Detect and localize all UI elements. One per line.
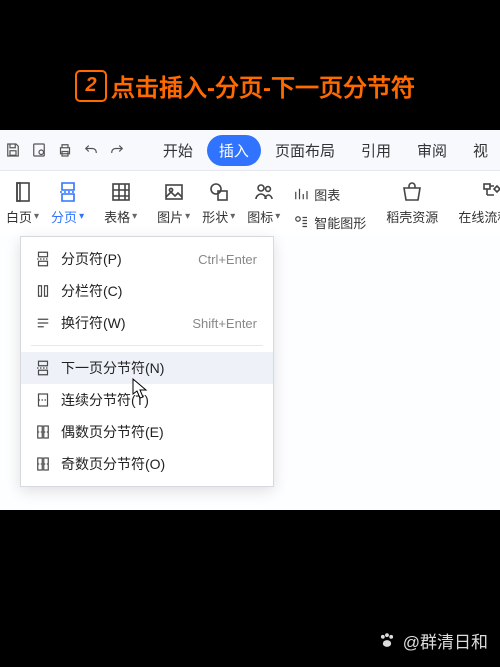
next-page-section-icon <box>34 359 52 377</box>
instruction: 2 点击插入-分页-下一页分节符 <box>75 68 490 103</box>
chevron-down-icon: ▾ <box>132 211 137 222</box>
page-break-dropdown: 分页符(P) Ctrl+Enter 分栏符(C) 换行符(W) Shift+En… <box>20 236 274 487</box>
instruction-text: 点击插入-分页-下一页分节符 <box>111 68 415 103</box>
ribbon-flowchart-label: 在线流程图 <box>458 207 500 226</box>
people-icon <box>252 180 276 204</box>
table-icon <box>109 180 133 204</box>
print-icon[interactable] <box>52 135 78 165</box>
dd-even-page-section[interactable]: 偶数页分节符(E) <box>21 416 273 448</box>
store-icon <box>400 180 424 204</box>
chevron-down-icon: ▾ <box>275 211 280 222</box>
step-badge: 2 <box>75 70 107 102</box>
dd-page-break[interactable]: 分页符(P) Ctrl+Enter <box>21 243 273 275</box>
dd-label: 奇数页分节符(O) <box>55 454 169 474</box>
ribbon-chart-label: 图表 <box>314 185 340 204</box>
watermark-text: @群清日和 <box>403 628 488 653</box>
dd-continuous-section[interactable]: 连续分节符(T) <box>21 384 273 416</box>
paw-icon <box>377 631 397 651</box>
dd-label: 分页符(P) <box>55 249 169 269</box>
tab-reference[interactable]: 引用 <box>349 135 403 166</box>
column-break-icon <box>34 282 52 300</box>
dd-line-break[interactable]: 换行符(W) Shift+Enter <box>21 307 273 339</box>
ribbon-resource-label: 稻壳资源 <box>386 207 438 226</box>
ribbon: 白页▾ 分页▾ 表格▾ 图片▾ 形状▾ 图标▾ <box>0 171 500 244</box>
app-window: 开始 插入 页面布局 引用 审阅 视 白页▾ 分页▾ 表格▾ <box>0 130 500 510</box>
ribbon-double: 图表 智能图形 <box>286 177 372 235</box>
stage: 2 点击插入-分页-下一页分节符 开始 插入 <box>0 0 500 667</box>
tab-review[interactable]: 审阅 <box>405 135 459 166</box>
tab-insert[interactable]: 插入 <box>207 135 261 166</box>
watermark: @群清日和 <box>377 628 488 653</box>
tab-start[interactable]: 开始 <box>151 135 205 166</box>
ribbon-flowchart[interactable]: 在线流程图 <box>452 177 500 235</box>
smartart-icon <box>292 213 310 231</box>
picture-icon <box>162 180 186 204</box>
even-page-section-icon <box>34 423 52 441</box>
dd-shortcut: Ctrl+Enter <box>169 252 263 267</box>
tabs: 开始 插入 页面布局 引用 审阅 视 <box>151 135 500 166</box>
dd-label: 分栏符(C) <box>55 281 169 301</box>
chevron-down-icon: ▾ <box>79 211 84 222</box>
tab-layout[interactable]: 页面布局 <box>263 135 347 166</box>
chevron-down-icon: ▾ <box>34 211 39 222</box>
chevron-down-icon: ▾ <box>185 211 190 222</box>
ribbon-smartart-label: 智能图形 <box>314 213 366 232</box>
dd-odd-page-section[interactable]: 奇数页分节符(O) <box>21 448 273 480</box>
dd-label: 连续分节符(T) <box>55 390 169 410</box>
ribbon-table[interactable]: 表格▾ <box>98 177 143 235</box>
undo-icon[interactable] <box>78 135 104 165</box>
ribbon-chart[interactable]: 图表 <box>292 181 366 207</box>
dd-shortcut: Shift+Enter <box>169 316 263 331</box>
ribbon-picture[interactable]: 图片▾ <box>151 177 196 235</box>
dd-label: 下一页分节符(N) <box>55 358 169 378</box>
top-row: 开始 插入 页面布局 引用 审阅 视 <box>0 130 500 171</box>
save-icon[interactable] <box>0 135 26 165</box>
ribbon-smartart[interactable]: 智能图形 <box>292 209 366 235</box>
ribbon-blank-page-label: 白页 <box>6 207 32 226</box>
chart-icon <box>292 185 310 203</box>
redo-icon[interactable] <box>104 135 130 165</box>
flowchart-icon <box>479 180 500 204</box>
ribbon-page-break-label: 分页 <box>51 207 77 226</box>
ribbon-blank-page[interactable]: 白页▾ <box>0 177 45 235</box>
dd-next-page-section[interactable]: 下一页分节符(N) <box>21 352 273 384</box>
ribbon-table-label: 表格 <box>104 207 130 226</box>
shape-icon <box>207 180 231 204</box>
line-break-icon <box>34 314 52 332</box>
continuous-section-icon <box>34 391 52 409</box>
ribbon-shape[interactable]: 形状▾ <box>196 177 241 235</box>
odd-page-section-icon <box>34 455 52 473</box>
page-break-icon <box>56 180 80 204</box>
dd-column-break[interactable]: 分栏符(C) <box>21 275 273 307</box>
ribbon-resource[interactable]: 稻壳资源 <box>380 177 444 235</box>
blank-page-icon <box>11 180 35 204</box>
ribbon-page-break[interactable]: 分页▾ <box>45 177 90 235</box>
print-preview-icon[interactable] <box>26 135 52 165</box>
dd-label: 换行符(W) <box>55 313 169 333</box>
ribbon-icon-label: 图标 <box>247 207 273 226</box>
page-break-icon <box>34 250 52 268</box>
ribbon-icon[interactable]: 图标▾ <box>241 177 286 235</box>
dd-label: 偶数页分节符(E) <box>55 422 169 442</box>
chevron-down-icon: ▾ <box>230 211 235 222</box>
tab-view[interactable]: 视 <box>461 135 500 166</box>
ribbon-picture-label: 图片 <box>157 207 183 226</box>
dropdown-separator <box>31 345 263 346</box>
ribbon-shape-label: 形状 <box>202 207 228 226</box>
